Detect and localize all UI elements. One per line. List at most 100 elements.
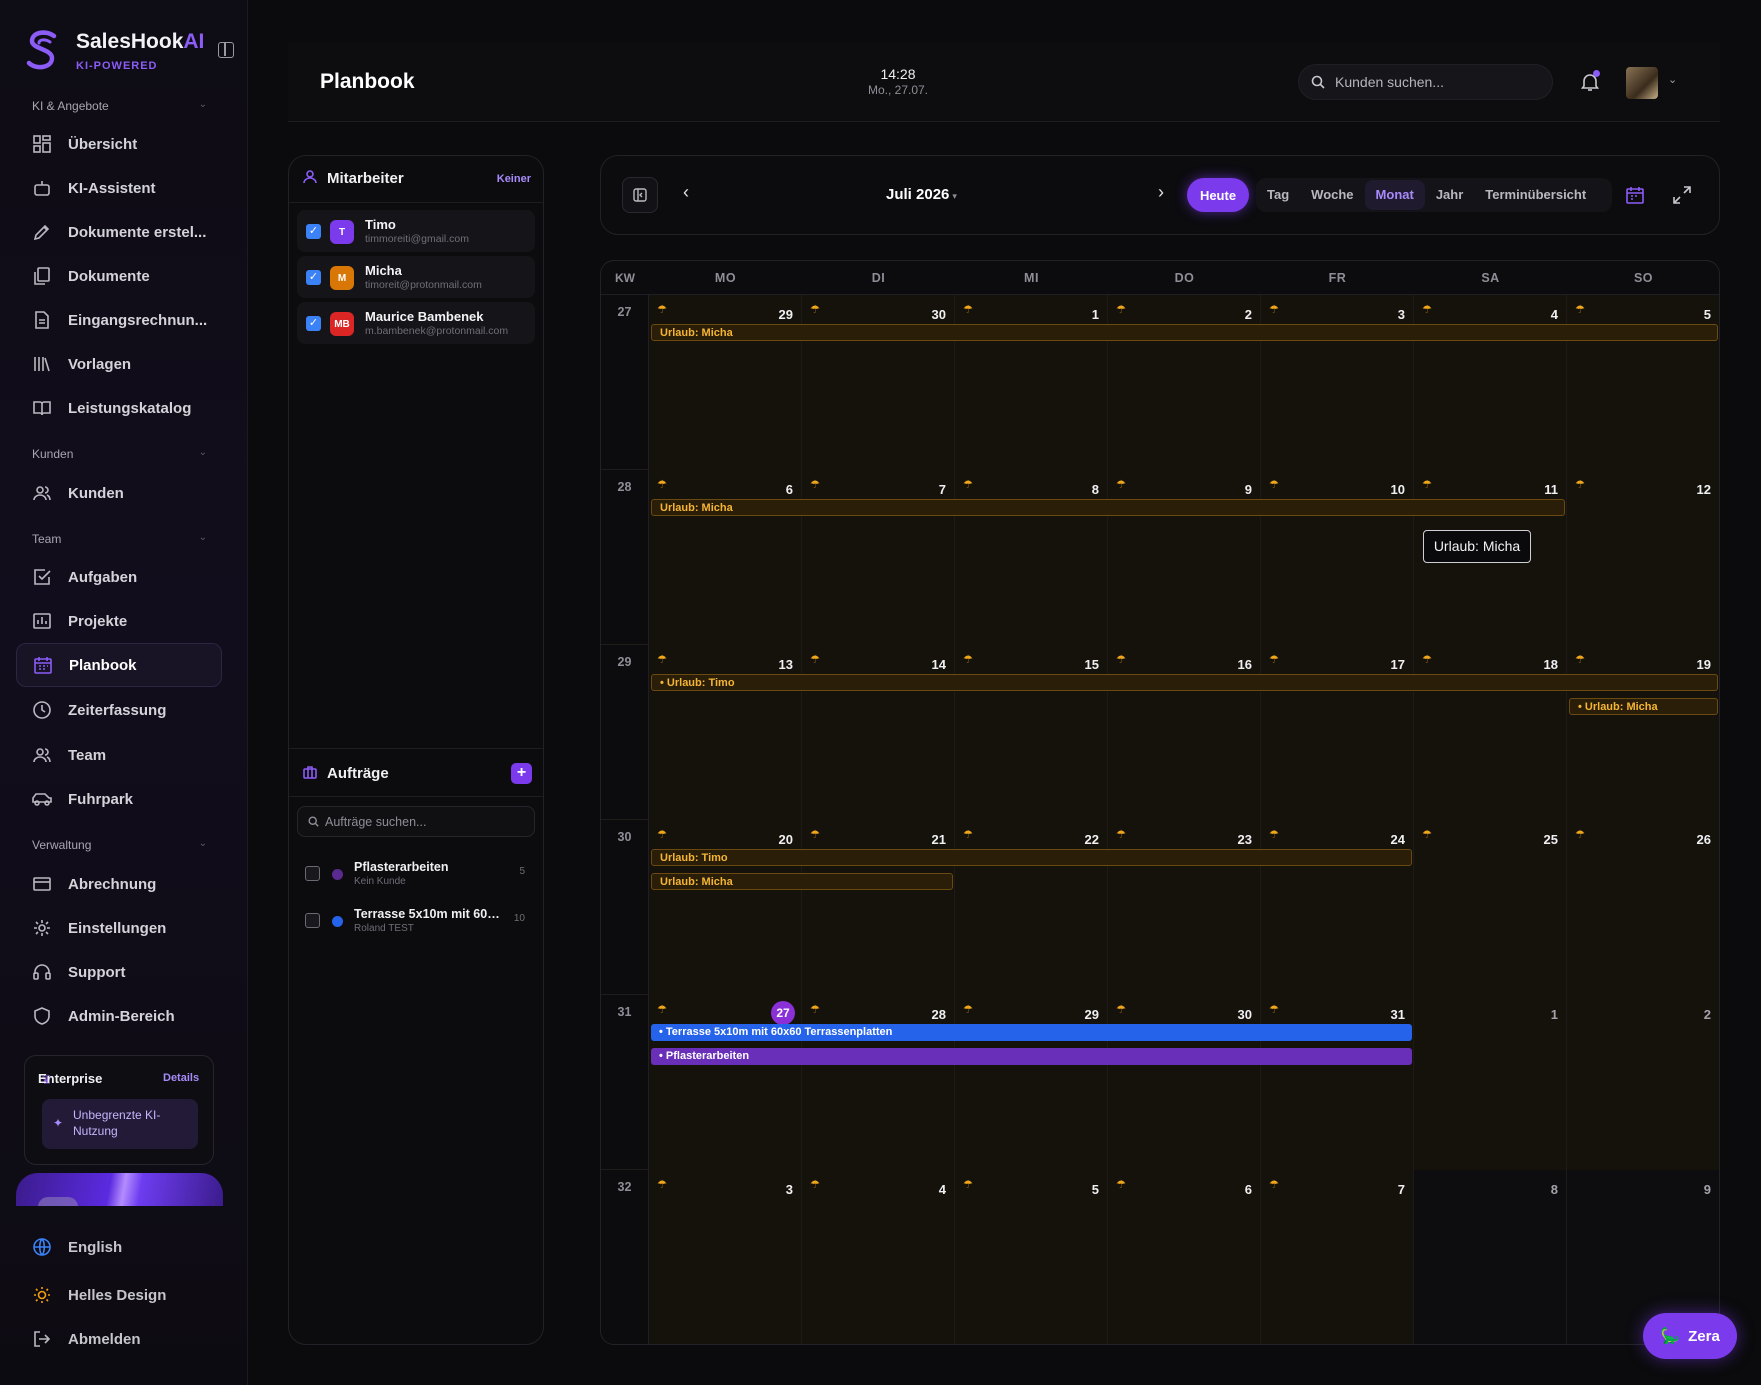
sidebar-item-uebersicht[interactable]: Übersicht — [16, 122, 222, 166]
calendar-day-cell[interactable]: ☂ 7 — [802, 470, 955, 645]
section-ki-angebote[interactable]: KI & Angebote ⌄ — [32, 99, 207, 113]
calendar-day-cell[interactable]: ☂ 7 — [1261, 1170, 1414, 1344]
sidebar-item-einstellungen[interactable]: Einstellungen — [16, 906, 222, 950]
view-monat[interactable]: Monat — [1364, 180, 1425, 210]
sidebar-item-fuhrpark[interactable]: Fuhrpark — [16, 777, 222, 821]
chevron-down-icon[interactable]: ⌄ — [1668, 73, 1677, 86]
calendar-day-cell[interactable]: ☂ 17 — [1261, 645, 1414, 820]
customer-search[interactable] — [1298, 64, 1553, 100]
calendar-day-cell[interactable]: ☂ 3 — [649, 1170, 802, 1344]
jobs-search-input[interactable] — [325, 814, 515, 829]
calendar-day-cell[interactable]: ☂ 14 — [802, 645, 955, 820]
sidebar-item-dokumente[interactable]: Dokumente — [16, 254, 222, 298]
search-input[interactable] — [1335, 74, 1535, 90]
sidebar-item-zeiterfassung[interactable]: Zeiterfassung — [16, 688, 222, 732]
calendar-day-cell[interactable]: ☂ 30 — [802, 295, 955, 470]
add-job-button[interactable]: + — [511, 763, 532, 784]
calendar-day-cell[interactable]: ☂ 1 — [955, 295, 1108, 470]
calendar-day-cell[interactable]: ☂ 5 — [1567, 295, 1719, 470]
calendar-day-cell[interactable]: ☂ 19 — [1567, 645, 1719, 820]
job-item[interactable]: Terrasse 5x10m mit 60x... Roland TEST 10 — [305, 905, 535, 945]
today-button[interactable]: Heute — [1187, 178, 1249, 212]
calendar-day-cell[interactable]: ☂ 30 — [1108, 995, 1261, 1170]
calendar-day-cell[interactable]: ☂ 29 — [649, 295, 802, 470]
calendar-event[interactable]: • Urlaub: Micha — [1569, 698, 1718, 715]
assistant-button[interactable]: 🦕 Zera — [1643, 1313, 1737, 1359]
calendar-event[interactable]: Urlaub: Micha — [651, 324, 1718, 341]
plan-details-link[interactable]: Details — [163, 1072, 199, 1084]
calendar-day-cell[interactable]: ☂ 27 — [649, 995, 802, 1170]
employee-item-maurice[interactable]: ✓ MB Maurice Bambenek m.bambenek@protonm… — [297, 302, 535, 344]
calendar-day-cell[interactable]: ☂ 29 — [955, 995, 1108, 1170]
next-month-button[interactable]: › — [1151, 182, 1171, 203]
calendar-icon[interactable] — [1626, 186, 1644, 204]
calendar-day-cell[interactable]: ☂ 10 — [1261, 470, 1414, 645]
calendar-day-cell[interactable]: 8 — [1414, 1170, 1567, 1344]
calendar-event[interactable]: Urlaub: Micha — [651, 499, 1565, 516]
view-terminuebersicht[interactable]: Terminübersicht — [1474, 180, 1597, 210]
calendar-event[interactable]: • Pflasterarbeiten — [651, 1048, 1412, 1065]
sidebar-item-eingangsrechnungen[interactable]: Eingangsrechnun... — [16, 298, 222, 342]
employee-item-micha[interactable]: ✓ M Micha timoreit@protonmail.com — [297, 256, 535, 298]
view-woche[interactable]: Woche — [1300, 180, 1364, 210]
sidebar-item-vorlagen[interactable]: Vorlagen — [16, 342, 222, 386]
job-item[interactable]: Pflasterarbeiten Kein Kunde 5 — [305, 858, 535, 898]
calendar-day-cell[interactable]: ☂ 16 — [1108, 645, 1261, 820]
deselect-all-button[interactable]: Keiner — [497, 173, 531, 185]
calendar-event[interactable]: • Urlaub: Timo — [651, 674, 1718, 691]
promo-banner[interactable] — [16, 1173, 223, 1206]
jobs-search[interactable] — [297, 806, 535, 837]
calendar-day-cell[interactable]: ☂ 13 — [649, 645, 802, 820]
calendar-day-cell[interactable]: ☂ 15 — [955, 645, 1108, 820]
calendar-day-cell[interactable]: 1 — [1414, 995, 1567, 1170]
saleshook-logo[interactable] — [24, 28, 60, 72]
section-kunden[interactable]: Kunden ⌄ — [32, 447, 207, 461]
toggle-panel-button[interactable] — [622, 177, 658, 213]
sidebar-item-aufgaben[interactable]: Aufgaben — [16, 555, 222, 599]
employee-checkbox[interactable]: ✓ — [306, 270, 321, 285]
view-jahr[interactable]: Jahr — [1425, 180, 1474, 210]
calendar-day-cell[interactable]: ☂ 8 — [955, 470, 1108, 645]
calendar-day-cell[interactable]: ☂ 12 — [1567, 470, 1719, 645]
section-team[interactable]: Team ⌄ — [32, 532, 207, 546]
calendar-day-cell[interactable]: ☂ 25 — [1414, 820, 1567, 995]
language-toggle[interactable]: English — [16, 1227, 222, 1267]
sidebar-item-dokumente-erstellen[interactable]: Dokumente erstel... — [16, 210, 222, 254]
calendar-day-cell[interactable]: ☂ 31 — [1261, 995, 1414, 1170]
view-tag[interactable]: Tag — [1256, 180, 1300, 210]
employee-item-timo[interactable]: ✓ T Timo timmoreiti@gmail.com — [297, 210, 535, 252]
calendar-day-cell[interactable]: ☂ 22 — [955, 820, 1108, 995]
calendar-day-cell[interactable]: ☂ 20 — [649, 820, 802, 995]
employee-checkbox[interactable]: ✓ — [306, 316, 321, 331]
job-checkbox[interactable] — [305, 866, 320, 881]
calendar-day-cell[interactable]: ☂ 3 — [1261, 295, 1414, 470]
sidebar-item-planbook[interactable]: Planbook — [16, 643, 222, 687]
section-verwaltung[interactable]: Verwaltung ⌄ — [32, 838, 207, 852]
avatar[interactable] — [1626, 67, 1658, 99]
calendar-day-cell[interactable]: ☂ 24 — [1261, 820, 1414, 995]
sidebar-item-leistungskatalog[interactable]: Leistungskatalog — [16, 386, 222, 430]
job-checkbox[interactable] — [305, 913, 320, 928]
calendar-day-cell[interactable]: ☂ 21 — [802, 820, 955, 995]
calendar-day-cell[interactable]: 2 — [1567, 995, 1719, 1170]
sidebar-item-projekte[interactable]: Projekte — [16, 599, 222, 643]
calendar-day-cell[interactable]: ☂ 28 — [802, 995, 955, 1170]
calendar-day-cell[interactable]: ☂ 6 — [649, 470, 802, 645]
sidebar-item-admin-bereich[interactable]: Admin-Bereich — [16, 994, 222, 1038]
calendar-event[interactable]: Urlaub: Micha — [651, 873, 953, 890]
calendar-event[interactable]: Urlaub: Timo — [651, 849, 1412, 866]
calendar-day-cell[interactable]: ☂ 23 — [1108, 820, 1261, 995]
sidebar-item-ki-assistent[interactable]: KI-Assistent — [16, 166, 222, 210]
calendar-day-cell[interactable]: ☂ 5 — [955, 1170, 1108, 1344]
calendar-event[interactable]: • Terrasse 5x10m mit 60x60 Terrassenplat… — [651, 1024, 1412, 1041]
calendar-day-cell[interactable]: ☂ 26 — [1567, 820, 1719, 995]
calendar-day-cell[interactable]: ☂ 9 — [1108, 470, 1261, 645]
employee-checkbox[interactable]: ✓ — [306, 224, 321, 239]
calendar-day-cell[interactable]: ☂ 2 — [1108, 295, 1261, 470]
calendar-day-cell[interactable]: ☂ 6 — [1108, 1170, 1261, 1344]
calendar-day-cell[interactable]: ☂ 4 — [802, 1170, 955, 1344]
sidebar-collapse-icon[interactable] — [218, 42, 234, 58]
calendar-day-cell[interactable]: ☂ 4 — [1414, 295, 1567, 470]
month-picker[interactable]: Juli 2026 ▾ — [886, 186, 957, 203]
calendar-day-cell[interactable]: ☂ 18 — [1414, 645, 1567, 820]
